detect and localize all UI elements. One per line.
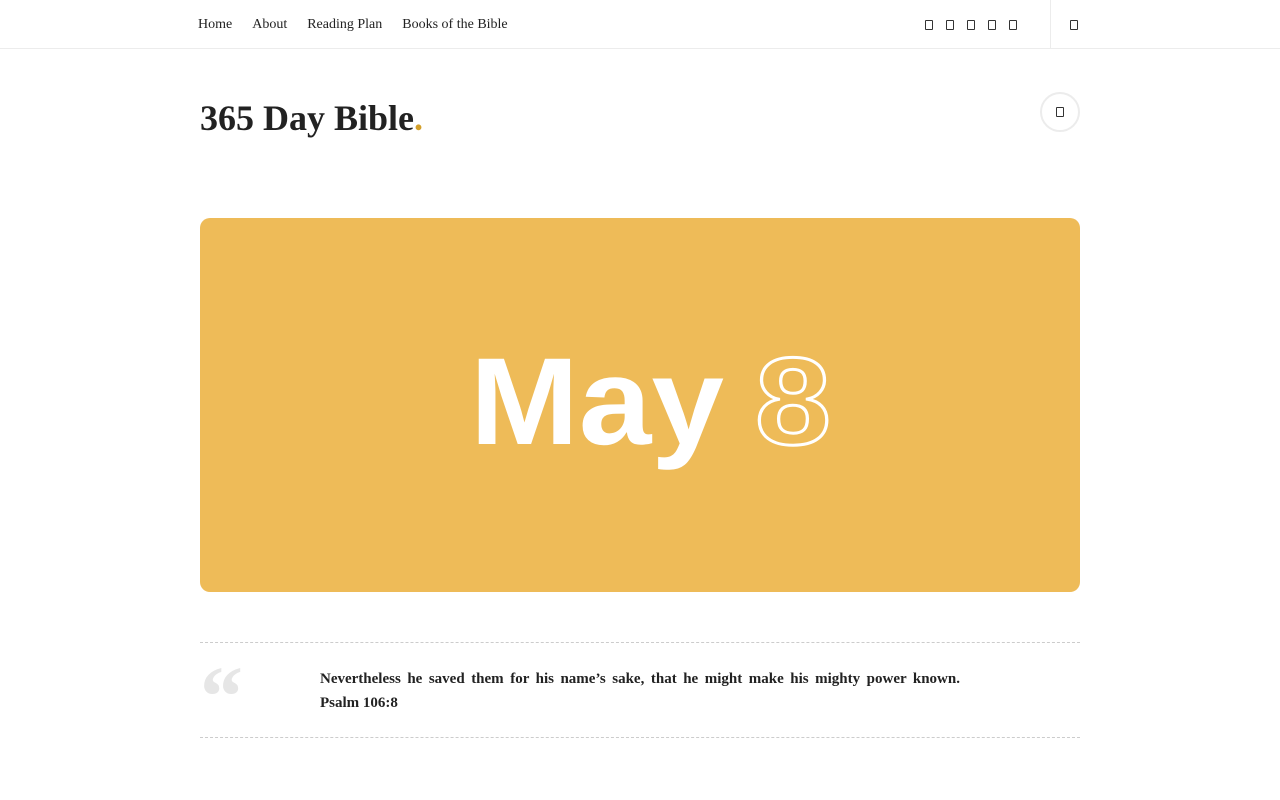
menu-icon	[1056, 107, 1064, 117]
hero-month-text: May	[470, 333, 724, 471]
menu-toggle-button[interactable]	[1040, 92, 1080, 132]
social-icon-2[interactable]	[946, 19, 954, 30]
primary-menu: Home About Reading Plan Books of the Bib…	[198, 0, 508, 49]
social-icon-1[interactable]	[925, 19, 933, 30]
site-title-text: 365 Day Bible	[200, 98, 415, 138]
social-icon-3[interactable]	[967, 19, 975, 30]
social-icon-5[interactable]	[1009, 19, 1017, 30]
nav-item-about[interactable]: About	[252, 17, 287, 33]
scripture-quote: “ Nevertheless he saved them for his nam…	[200, 642, 1080, 744]
site-title-dot: .	[414, 98, 424, 138]
site-title[interactable]: 365 Day Bible.	[200, 96, 423, 140]
nav-item-home[interactable]: Home	[198, 17, 232, 33]
featured-image-graphic: May 8	[470, 332, 833, 473]
social-links	[925, 0, 1017, 49]
nav-item-books-of-the-bible[interactable]: Books of the Bible	[402, 17, 507, 33]
top-navigation-bar: Home About Reading Plan Books of the Bib…	[0, 0, 1280, 49]
topbar-divider	[1050, 0, 1051, 49]
featured-image[interactable]: May 8	[200, 218, 1080, 592]
hero-day-text: 8	[755, 333, 831, 471]
quote-reference: Psalm 106:8	[320, 695, 398, 711]
quote-mark-icon: “	[200, 648, 243, 744]
search-icon[interactable]	[1070, 20, 1078, 30]
quote-text: Nevertheless he saved them for his name’…	[320, 671, 960, 687]
social-icon-4[interactable]	[988, 19, 996, 30]
nav-item-reading-plan[interactable]: Reading Plan	[307, 17, 382, 33]
